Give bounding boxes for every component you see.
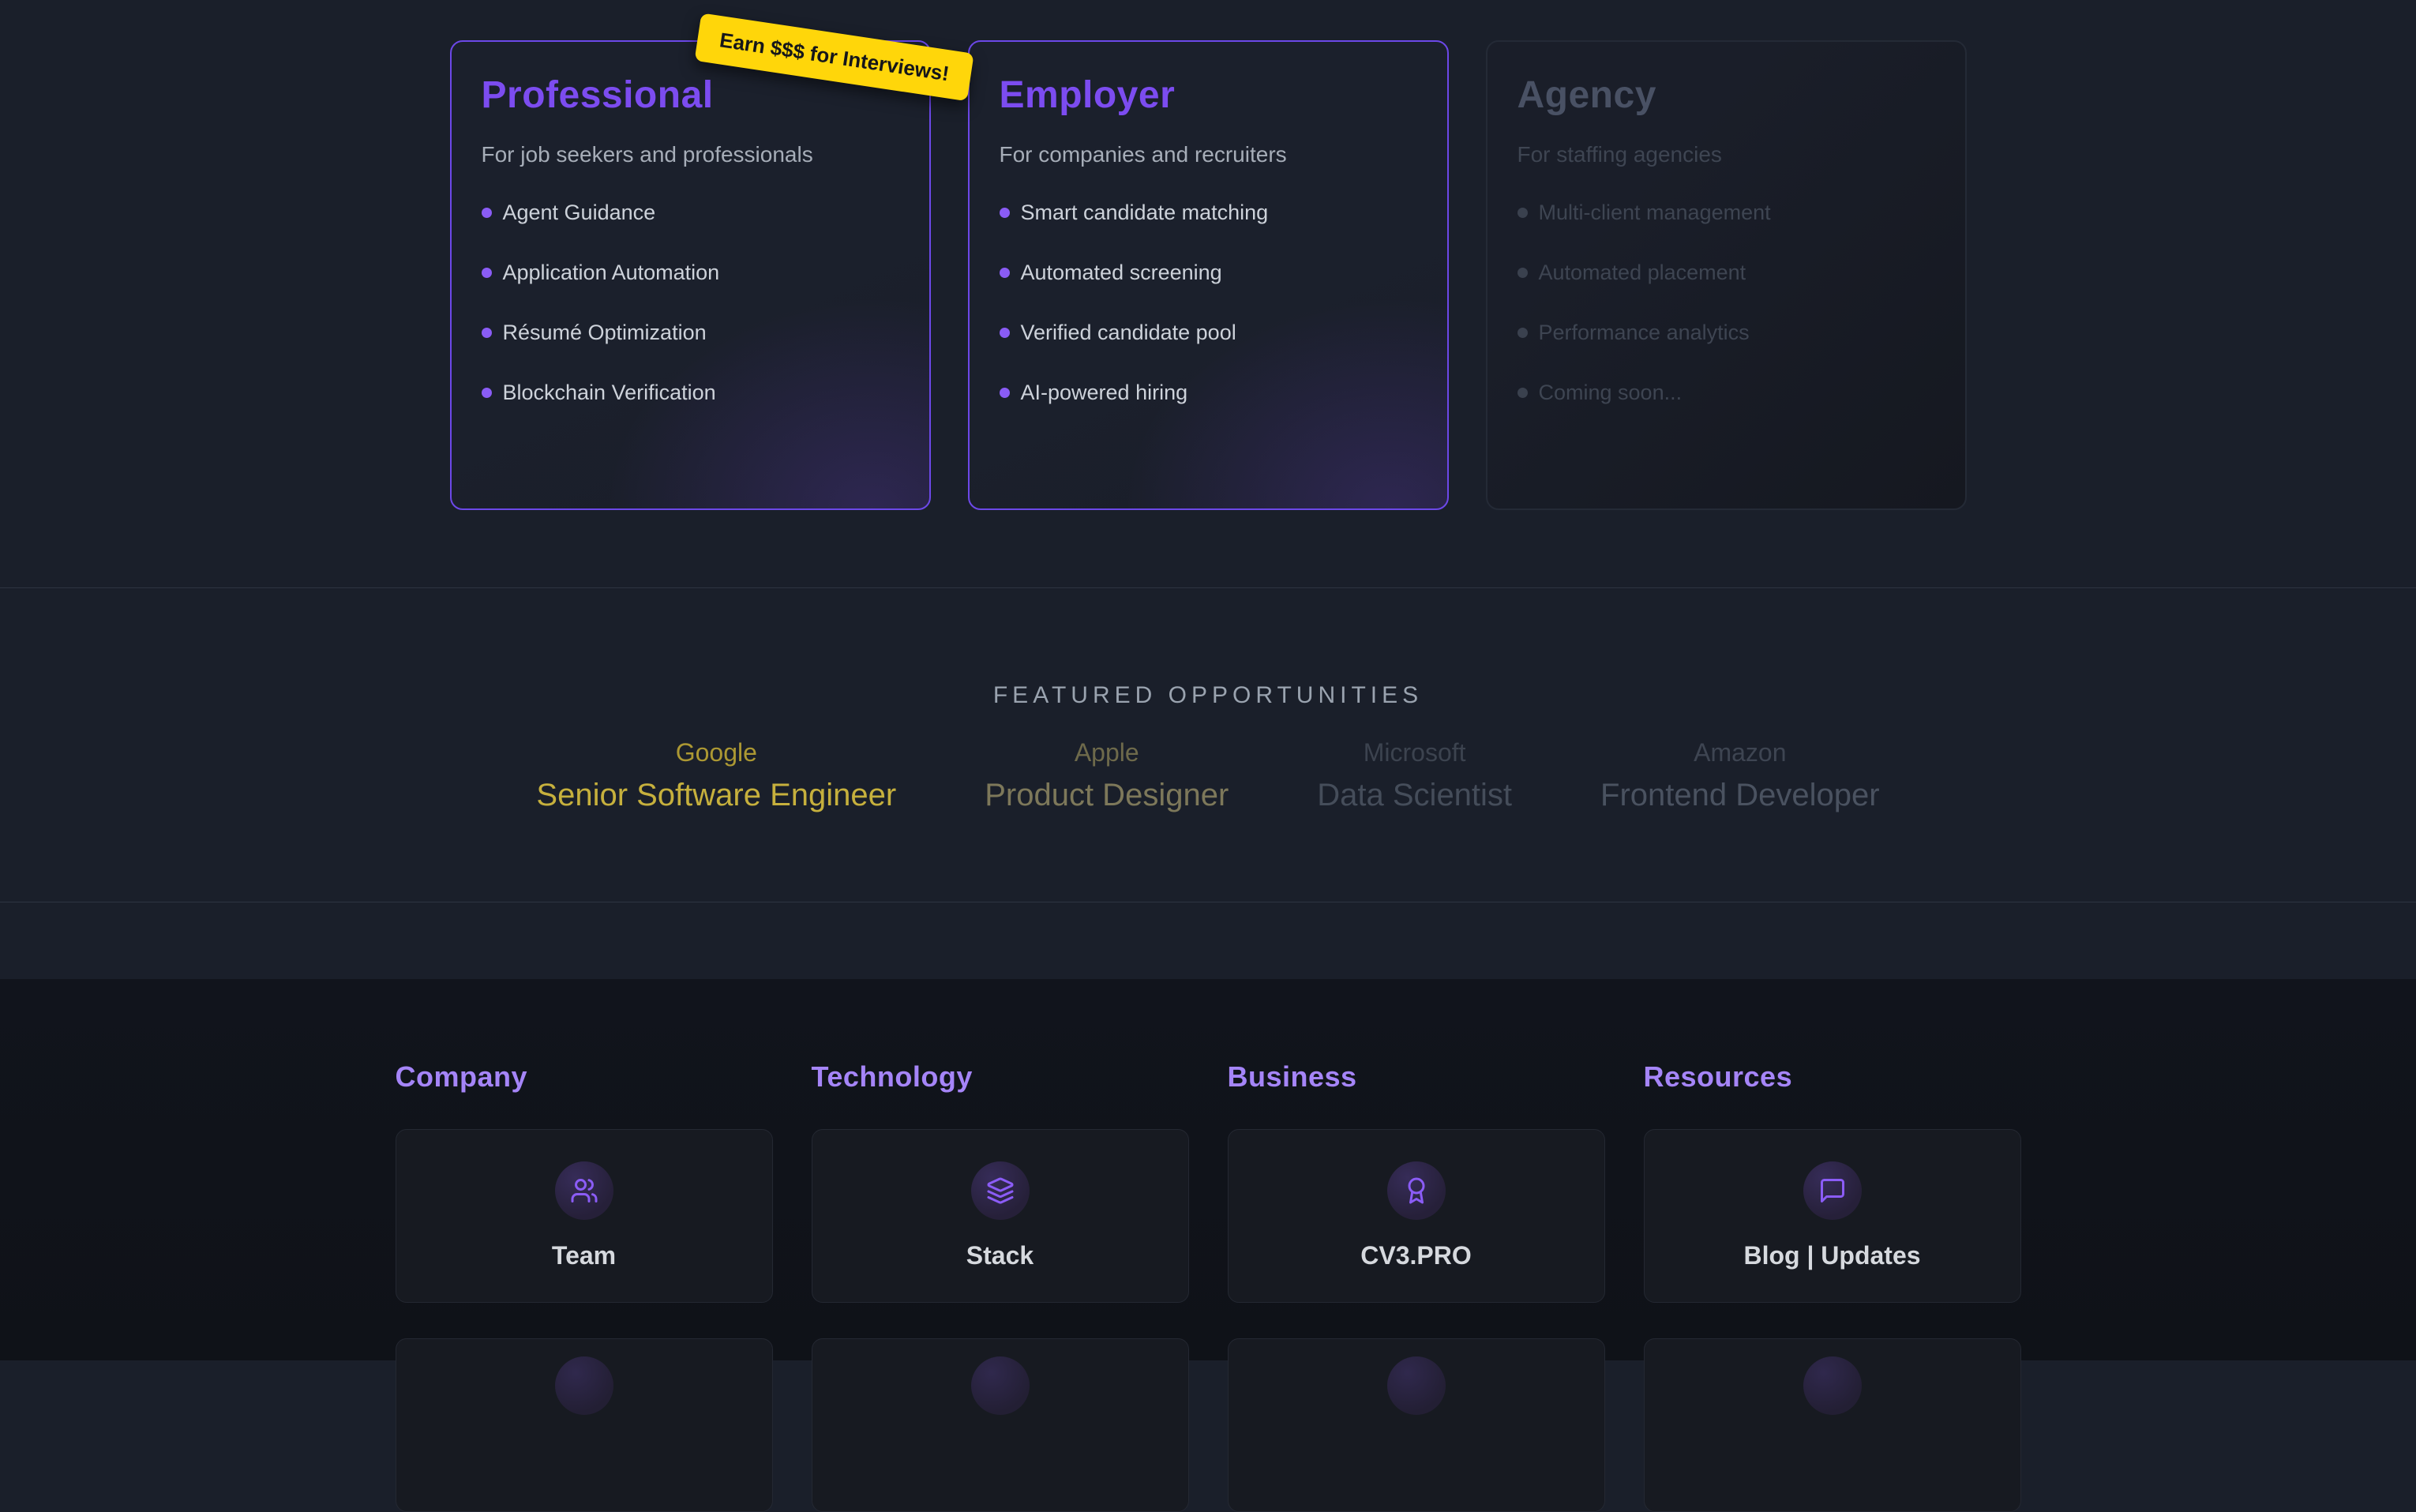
feature-label: Automated screening bbox=[1021, 261, 1222, 285]
plan-subtitle: For companies and recruiters bbox=[1000, 142, 1417, 167]
footer-column-company: Company Team bbox=[396, 1060, 773, 1512]
bullet-icon bbox=[482, 268, 492, 278]
footer-card-icon bbox=[1387, 1356, 1446, 1415]
footer-card-partial[interactable] bbox=[812, 1338, 1189, 1512]
footer: Company Team Technology Stack bbox=[0, 979, 2416, 1360]
footer-column-heading: Technology bbox=[812, 1060, 1189, 1094]
feature-label: Blockchain Verification bbox=[503, 381, 716, 405]
bullet-icon bbox=[1000, 388, 1010, 398]
featured-jobs-row: Google Senior Software Engineer Apple Pr… bbox=[0, 738, 2416, 813]
award-icon bbox=[1387, 1161, 1446, 1220]
feature-label: Verified candidate pool bbox=[1021, 321, 1236, 345]
footer-card-blog[interactable]: Blog | Updates bbox=[1644, 1129, 2021, 1303]
bullet-icon bbox=[482, 208, 492, 218]
feature-label: Application Automation bbox=[503, 261, 720, 285]
footer-column-heading: Company bbox=[396, 1060, 773, 1094]
featured-job-microsoft[interactable]: Microsoft Data Scientist bbox=[1317, 738, 1512, 813]
feature-label: Smart candidate matching bbox=[1021, 201, 1269, 225]
message-square-icon bbox=[1803, 1161, 1862, 1220]
job-title: Product Designer bbox=[985, 778, 1229, 813]
job-title: Senior Software Engineer bbox=[536, 778, 896, 813]
job-title: Frontend Developer bbox=[1600, 778, 1880, 813]
plan-card-professional[interactable]: Professional For job seekers and profess… bbox=[450, 40, 931, 510]
users-icon bbox=[555, 1161, 613, 1220]
job-company: Google bbox=[536, 738, 896, 767]
footer-card-label: Team bbox=[552, 1241, 616, 1270]
plan-feature: Multi-client management bbox=[1518, 201, 1935, 225]
plan-card-employer[interactable]: Employer For companies and recruiters Sm… bbox=[968, 40, 1449, 510]
featured-job-apple[interactable]: Apple Product Designer bbox=[985, 738, 1229, 813]
plan-feature: Automated placement bbox=[1518, 261, 1935, 285]
plan-title: Agency bbox=[1518, 73, 1935, 117]
bullet-icon bbox=[482, 388, 492, 398]
featured-job-google[interactable]: Google Senior Software Engineer bbox=[536, 738, 896, 813]
feature-label: Multi-client management bbox=[1539, 201, 1771, 225]
footer-card-icon bbox=[1803, 1356, 1862, 1415]
plan-feature: Performance analytics bbox=[1518, 321, 1935, 345]
featured-heading: FEATURED OPPORTUNITIES bbox=[0, 682, 2416, 709]
bullet-icon bbox=[1000, 328, 1010, 338]
bullet-icon bbox=[1518, 388, 1528, 398]
job-company: Microsoft bbox=[1317, 738, 1512, 767]
bullet-icon bbox=[1518, 208, 1528, 218]
feature-label: Résumé Optimization bbox=[503, 321, 707, 345]
plan-card-agency: Agency For staffing agencies Multi-clien… bbox=[1486, 40, 1967, 510]
job-company: Apple bbox=[985, 738, 1229, 767]
footer-grid: Company Team Technology Stack bbox=[0, 1060, 2416, 1512]
job-company: Amazon bbox=[1600, 738, 1880, 767]
footer-column-heading: Business bbox=[1228, 1060, 1605, 1094]
plan-feature: Verified candidate pool bbox=[1000, 321, 1417, 345]
featured-opportunities-section: FEATURED OPPORTUNITIES Google Senior Sof… bbox=[0, 588, 2416, 902]
job-title: Data Scientist bbox=[1317, 778, 1512, 813]
layers-icon bbox=[971, 1161, 1030, 1220]
plan-feature: Application Automation bbox=[482, 261, 899, 285]
feature-label: Performance analytics bbox=[1539, 321, 1750, 345]
footer-card-partial[interactable] bbox=[1644, 1338, 2021, 1512]
footer-card-icon bbox=[555, 1356, 613, 1415]
footer-card-icon bbox=[971, 1356, 1030, 1415]
plan-feature-list: Multi-client management Automated placem… bbox=[1518, 201, 1935, 405]
footer-card-label: Stack bbox=[966, 1241, 1034, 1270]
plan-cards-row: Professional For job seekers and profess… bbox=[0, 40, 2416, 510]
plan-feature: Résumé Optimization bbox=[482, 321, 899, 345]
plan-feature: Agent Guidance bbox=[482, 201, 899, 225]
bullet-icon bbox=[1518, 268, 1528, 278]
plan-feature: Coming soon... bbox=[1518, 381, 1935, 405]
plan-feature: AI-powered hiring bbox=[1000, 381, 1417, 405]
plan-feature-list: Agent Guidance Application Automation Ré… bbox=[482, 201, 899, 405]
footer-column-resources: Resources Blog | Updates bbox=[1644, 1060, 2021, 1512]
bullet-icon bbox=[1000, 268, 1010, 278]
plan-feature: Blockchain Verification bbox=[482, 381, 899, 405]
plans-section: Earn $$$ for Interviews! Professional Fo… bbox=[0, 0, 2416, 588]
footer-card-stack[interactable]: Stack bbox=[812, 1129, 1189, 1303]
footer-card-partial[interactable] bbox=[396, 1338, 773, 1512]
plan-feature: Smart candidate matching bbox=[1000, 201, 1417, 225]
footer-column-technology: Technology Stack bbox=[812, 1060, 1189, 1512]
bullet-icon bbox=[482, 328, 492, 338]
feature-label: Coming soon... bbox=[1539, 381, 1683, 405]
feature-label: Agent Guidance bbox=[503, 201, 656, 225]
plan-feature-list: Smart candidate matching Automated scree… bbox=[1000, 201, 1417, 405]
plan-subtitle: For staffing agencies bbox=[1518, 142, 1935, 167]
footer-card-team[interactable]: Team bbox=[396, 1129, 773, 1303]
bullet-icon bbox=[1518, 328, 1528, 338]
feature-label: AI-powered hiring bbox=[1021, 381, 1188, 405]
bullet-icon bbox=[1000, 208, 1010, 218]
footer-card-label: CV3.PRO bbox=[1360, 1241, 1471, 1270]
plan-title: Employer bbox=[1000, 73, 1417, 117]
plan-feature: Automated screening bbox=[1000, 261, 1417, 285]
footer-card-partial[interactable] bbox=[1228, 1338, 1605, 1512]
featured-job-amazon[interactable]: Amazon Frontend Developer bbox=[1600, 738, 1880, 813]
footer-card-label: Blog | Updates bbox=[1743, 1241, 1920, 1270]
plan-subtitle: For job seekers and professionals bbox=[482, 142, 899, 167]
footer-card-cv3pro[interactable]: CV3.PRO bbox=[1228, 1129, 1605, 1303]
footer-column-business: Business CV3.PRO bbox=[1228, 1060, 1605, 1512]
section-spacer bbox=[0, 902, 2416, 979]
feature-label: Automated placement bbox=[1539, 261, 1746, 285]
footer-column-heading: Resources bbox=[1644, 1060, 2021, 1094]
